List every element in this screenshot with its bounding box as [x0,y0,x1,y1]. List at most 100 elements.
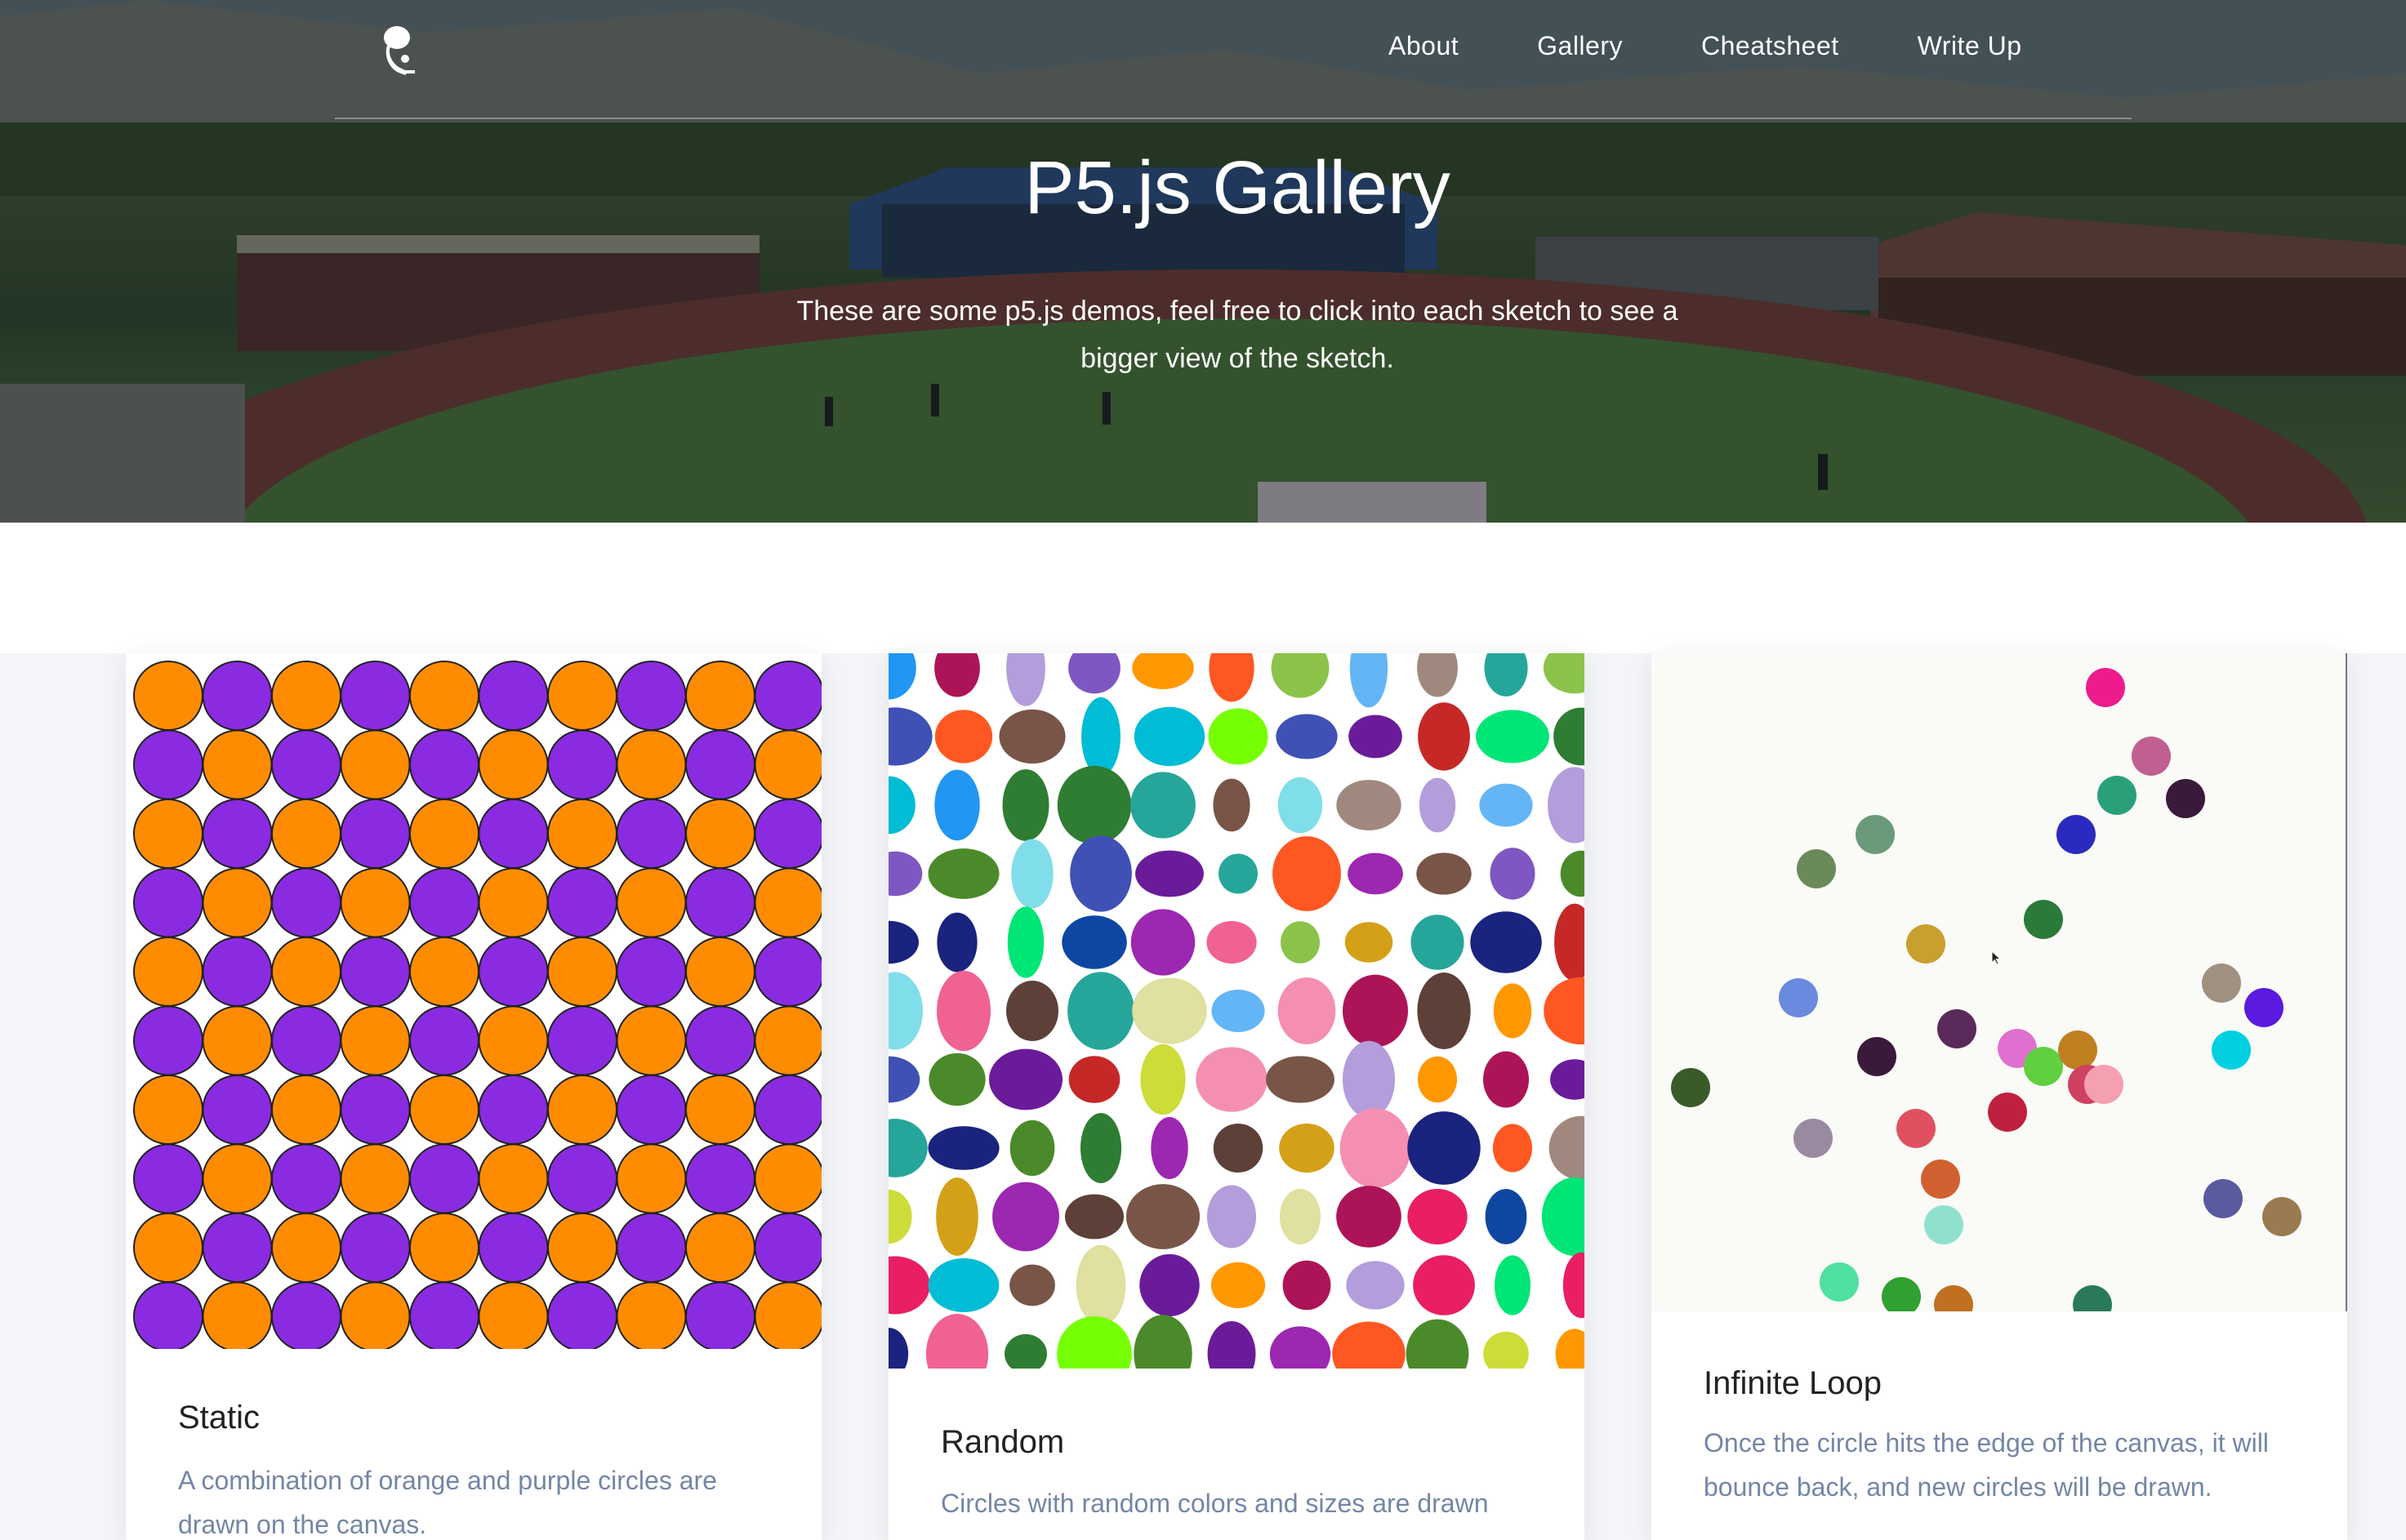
hero-banner: About Gallery Cheatsheet Write Up P5.js … [0,0,2406,523]
random-ellipse [1067,972,1134,1050]
static-circle [616,1281,687,1349]
random-ellipse [1279,1124,1334,1173]
bouncing-circle [2086,668,2125,707]
static-circle [547,937,617,1007]
random-ellipse [1417,1056,1458,1103]
card-title: Random [941,1424,1065,1460]
random-ellipse [1281,921,1320,964]
static-circle [547,1143,617,1214]
random-ellipse [889,1256,930,1315]
bouncing-circle [1779,978,1818,1017]
random-ellipse [1417,973,1471,1049]
nav-item-gallery[interactable]: Gallery [1537,31,1623,61]
static-circle [547,1075,617,1145]
bouncing-circle [2166,779,2205,818]
random-ellipse [1213,778,1250,832]
bouncing-circle [1797,849,1836,888]
static-circle [409,729,479,800]
static-sketch-canvas[interactable] [126,653,822,1349]
static-circle [340,937,411,1007]
static-circle [754,1075,822,1145]
random-ellipse [889,1056,920,1103]
sketch-card-static[interactable]: Static A combination of orange and purpl… [126,653,822,1540]
static-circle [685,867,755,938]
random-ellipse [1206,920,1257,964]
static-circle [340,1075,411,1145]
static-circle [547,729,617,800]
static-circle [616,1213,687,1283]
random-ellipse [1068,1056,1121,1103]
static-circle [547,1281,617,1349]
random-ellipse [934,769,980,841]
static-circle [616,937,687,1007]
random-ellipse [1070,835,1132,912]
random-ellipse [1009,1119,1055,1177]
static-circle [409,661,479,731]
bouncing-circle [2058,1030,2097,1070]
random-ellipse [1068,653,1121,694]
random-ellipse [1006,981,1058,1041]
nav-item-cheatsheet[interactable]: Cheatsheet [1701,31,1839,61]
static-circle [202,1143,273,1214]
random-ellipse [889,1328,909,1369]
static-circle [202,661,273,731]
random-ellipse [1483,1331,1529,1369]
static-circle [202,1075,273,1145]
static-circle [616,729,687,800]
static-circle [547,799,617,869]
static-circle [409,1075,479,1145]
bouncing-circle [1988,1093,2027,1132]
static-circle [271,1075,341,1145]
bouncing-circle [2056,815,2096,854]
sketch-card-random[interactable]: Random Circles with random colors and si… [889,653,1584,1540]
random-ellipse [1416,852,1472,895]
random-ellipse [1269,1326,1331,1369]
bouncing-circle [2024,1047,2063,1086]
static-circle [478,937,549,1007]
static-circle [547,661,617,731]
random-ellipse [1130,772,1196,839]
random-ellipse [1132,977,1207,1044]
random-ellipse [1410,915,1464,970]
random-ellipse [1266,1056,1334,1103]
random-ellipse [1336,1186,1401,1248]
static-circle [478,1143,549,1214]
random-ellipse [1057,765,1132,845]
static-circle [133,867,203,938]
random-ellipse [1134,706,1205,767]
infinite-loop-sketch-canvas[interactable] [1651,653,2347,1311]
sketch-card-infinite-loop[interactable]: Infinite Loop Once the circle hits the e… [1651,653,2347,1540]
nav-item-about[interactable]: About [1388,31,1459,61]
random-ellipse [1282,1260,1331,1311]
random-sketch-canvas[interactable] [889,653,1584,1369]
random-ellipse [1476,710,1549,763]
main-nav: About Gallery Cheatsheet Write Up [1388,31,2022,61]
static-circle [616,661,687,731]
nav-item-write-up[interactable]: Write Up [1918,31,2022,61]
hero-overlay [0,0,2406,523]
bouncing-circle [2132,737,2171,776]
bouncing-circle [1924,1205,1963,1244]
bouncing-circle [1921,1159,1960,1199]
random-ellipse [1332,1321,1406,1369]
bouncing-circle [2262,1197,2301,1236]
random-ellipse [1344,922,1393,963]
random-ellipse [889,776,916,835]
static-circle [202,1005,273,1076]
random-ellipse [1554,903,1584,981]
static-circle [340,1143,411,1214]
card-title: Infinite Loop [1704,1365,1882,1401]
static-circle [133,799,203,869]
static-circle [271,799,341,869]
random-ellipse [1470,911,1542,973]
bouncing-circle [1937,1009,1976,1048]
bouncing-circle [2024,900,2063,939]
random-ellipse [925,1314,989,1369]
random-ellipse [1211,990,1265,1032]
static-circle [478,867,549,938]
static-circle [754,1143,822,1214]
static-circle [685,799,755,869]
static-circle [133,1075,203,1145]
p5-logo-icon[interactable] [377,23,426,82]
card-description: Once the circle hits the edge of the can… [1704,1428,2269,1502]
